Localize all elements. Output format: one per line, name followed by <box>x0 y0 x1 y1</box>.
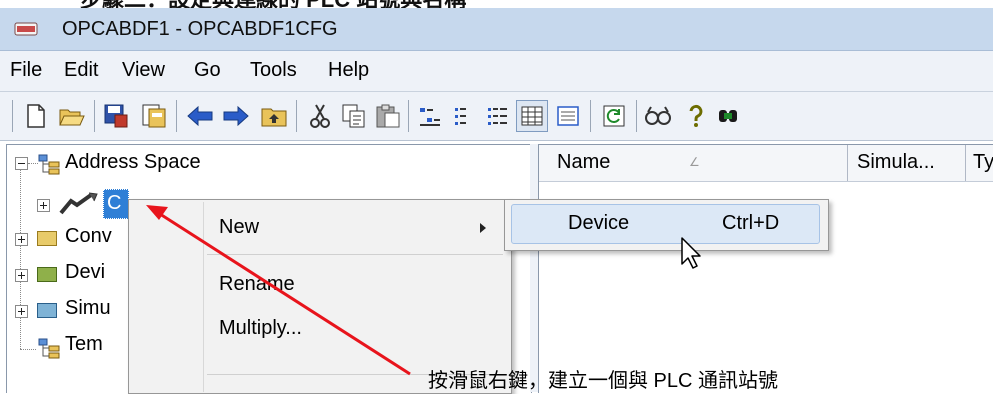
annotation-arrow <box>146 205 411 376</box>
annotation-text: 按滑鼠右鍵，建立一個與 PLC 通訊站號 <box>428 370 779 392</box>
